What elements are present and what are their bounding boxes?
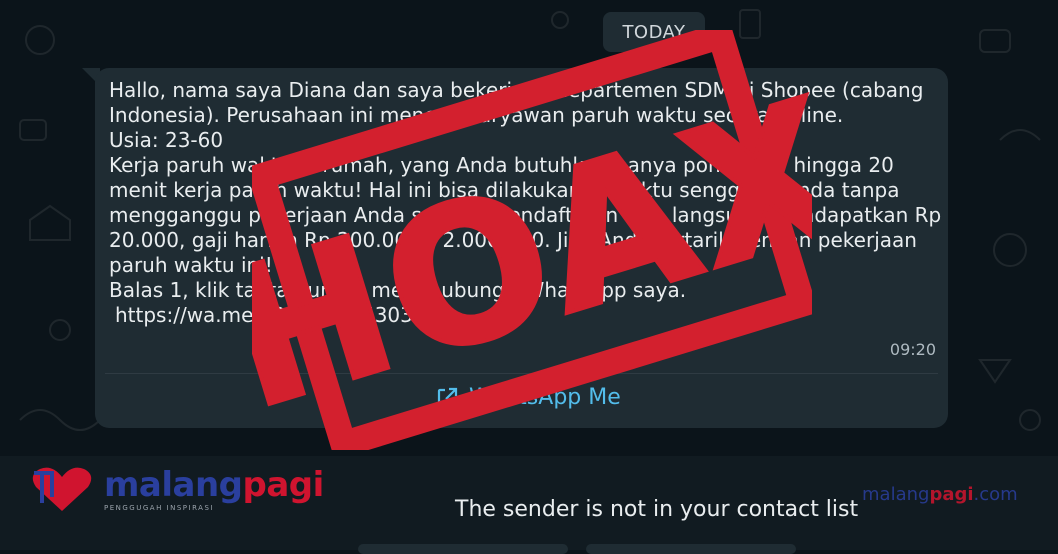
add-contact-button-stub[interactable] [586,544,796,554]
sender-not-in-contacts-notice: The sender is not in your contact list [455,497,859,522]
message-timestamp: 09:20 [889,340,936,359]
brand-name: malangpagi [104,465,324,505]
block-button-stub[interactable] [358,544,568,554]
heart-logo-icon [32,467,92,511]
brand-tagline: PENGGUGAH INSPIRASI [104,504,214,512]
hoax-stamp: HOAX [252,30,812,450]
brand-url: malangpagi.com [862,484,1018,505]
brand-logo: malangpagi PENGGUGAH INSPIRASI [30,465,324,515]
